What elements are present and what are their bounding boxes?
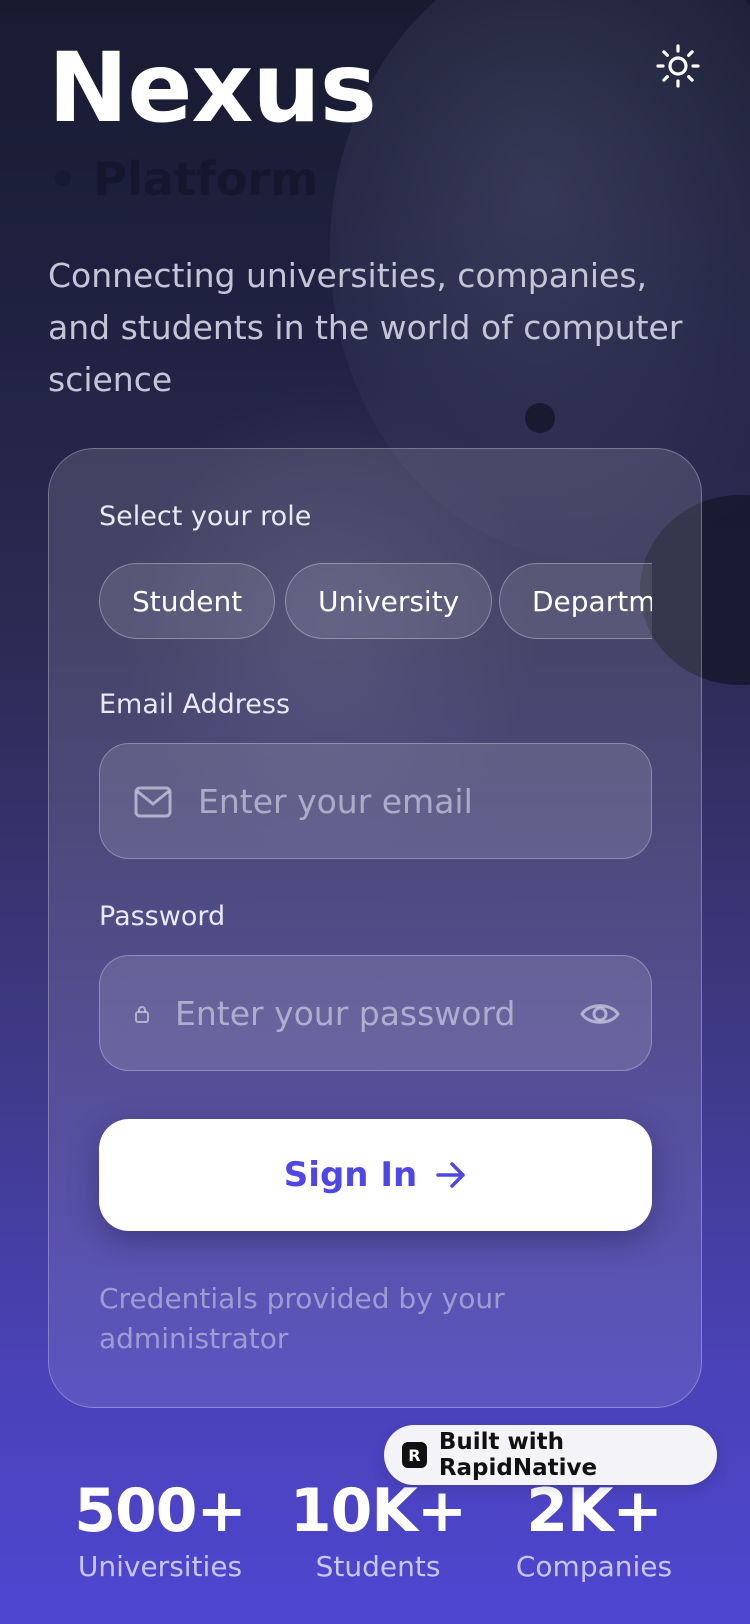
stat-students: 10K+ Students: [278, 1478, 478, 1583]
sun-icon: [656, 44, 700, 88]
theme-toggle-button[interactable]: [652, 40, 704, 92]
role-label: Select your role: [99, 501, 312, 532]
app-subtitle: • Platform: [48, 152, 319, 206]
stat-label: Students: [315, 1550, 441, 1583]
mail-icon: [134, 786, 172, 818]
role-selector[interactable]: Student University Department: [99, 563, 652, 641]
stat-companies: 2K+ Companies: [494, 1478, 694, 1583]
email-field[interactable]: Enter your email: [99, 743, 652, 859]
tagline: Connecting universities, companies, and …: [48, 256, 683, 399]
badge-text: Built with RapidNative: [438, 1429, 598, 1481]
login-card: Select your role Student University Depa…: [48, 448, 702, 1408]
app-title: Nexus: [48, 32, 377, 144]
background-dot: [525, 403, 555, 433]
role-chip-student[interactable]: Student: [99, 563, 276, 639]
email-label: Email Address: [99, 689, 291, 720]
arrow-right-icon: [436, 1162, 465, 1188]
role-chip-university[interactable]: University: [285, 563, 493, 639]
stat-value: 10K+: [289, 1476, 467, 1546]
stats-row: 500+ Universities 10K+ Students 2K+ Comp…: [0, 1478, 750, 1618]
eye-icon[interactable]: [580, 998, 620, 1030]
lock-icon: [135, 1006, 149, 1023]
stat-value: 2K+: [526, 1476, 663, 1546]
stat-universities: 500+ Universities: [60, 1478, 260, 1583]
sign-in-label: Sign In: [283, 1155, 418, 1195]
stat-value: 500+: [74, 1476, 247, 1546]
sign-in-button[interactable]: Sign In: [99, 1119, 652, 1231]
credentials-note: Credentials provided by your administrat…: [99, 1282, 505, 1355]
stat-label: Companies: [515, 1550, 673, 1583]
email-placeholder: Enter your email: [198, 782, 473, 821]
stat-label: Universities: [77, 1550, 243, 1583]
password-label: Password: [99, 901, 226, 932]
built-with-badge[interactable]: R Built with RapidNative: [384, 1425, 717, 1485]
password-placeholder: Enter your password: [175, 994, 516, 1033]
role-chip-department[interactable]: Department: [499, 563, 652, 639]
rapidnative-logo-icon: R: [402, 1442, 427, 1468]
password-field[interactable]: Enter your password: [99, 955, 652, 1071]
